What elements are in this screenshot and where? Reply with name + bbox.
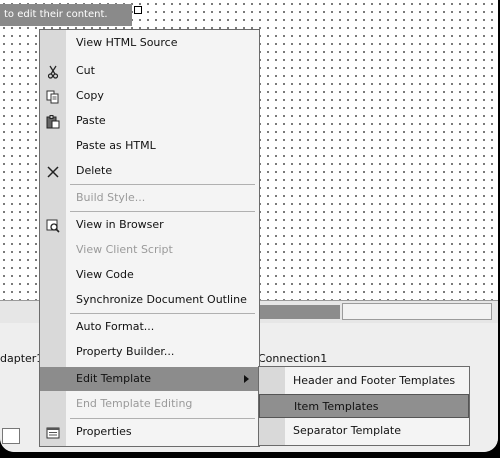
scrollbar-track[interactable]: [258, 305, 340, 319]
menu-item-view-in-browser[interactable]: View in Browser: [40, 213, 259, 237]
menu-item-paste[interactable]: Paste: [40, 109, 259, 133]
edit-template-submenu: Header and Footer Templates Item Templat…: [258, 366, 470, 446]
menu-item-view-client-script[interactable]: View Client Script: [40, 238, 259, 262]
browser-preview-icon: [46, 218, 60, 233]
menu-item-auto-format[interactable]: Auto Format...: [40, 315, 259, 339]
menu-item-build-style[interactable]: Build Style...: [40, 186, 259, 210]
tray-connection[interactable]: Connection1: [258, 352, 327, 365]
scrollbar-thumb[interactable]: [342, 303, 492, 320]
menu-separator: [70, 211, 255, 212]
menu-item-paste-as-html[interactable]: Paste as HTML: [40, 134, 259, 158]
tray-scroll-box[interactable]: [2, 428, 20, 444]
menu-separator: [70, 418, 255, 419]
tray-data-adapter[interactable]: dapter1: [0, 352, 43, 365]
menu-separator: [70, 313, 255, 314]
menu-item-cut[interactable]: Cut: [40, 59, 259, 83]
context-menu: View HTML Source Cut Copy Paste Paste as…: [39, 29, 260, 447]
scissors-icon: [46, 64, 60, 79]
menu-item-view-code[interactable]: View Code: [40, 263, 259, 287]
copy-icon: [46, 89, 60, 104]
menu-separator: [70, 184, 255, 185]
properties-icon: [46, 425, 60, 439]
menu-item-end-template-editing[interactable]: End Template Editing: [40, 392, 259, 416]
paste-icon: [46, 114, 60, 129]
menu-item-edit-template[interactable]: Edit Template: [40, 367, 259, 391]
menu-item-synchronize-outline[interactable]: Synchronize Document Outline: [40, 288, 259, 312]
control-hint-text: to edit their content.: [0, 4, 132, 26]
menu-item-properties[interactable]: Properties: [40, 420, 259, 444]
delete-x-icon: [46, 164, 60, 178]
menu-item-delete[interactable]: Delete: [40, 159, 259, 183]
submenu-item-separator-template[interactable]: Separator Template: [259, 419, 469, 443]
submenu-item-header-footer-templates[interactable]: Header and Footer Templates: [259, 369, 469, 393]
selection-handle[interactable]: [134, 6, 142, 14]
submenu-item-item-templates[interactable]: Item Templates: [259, 394, 469, 418]
submenu-arrow-icon: [244, 375, 249, 383]
menu-item-copy[interactable]: Copy: [40, 84, 259, 108]
menu-item-property-builder[interactable]: Property Builder...: [40, 340, 259, 364]
window-frame: to edit their content. dapter1 Connectio…: [0, 0, 498, 452]
menu-item-view-html-source[interactable]: View HTML Source: [40, 31, 259, 55]
